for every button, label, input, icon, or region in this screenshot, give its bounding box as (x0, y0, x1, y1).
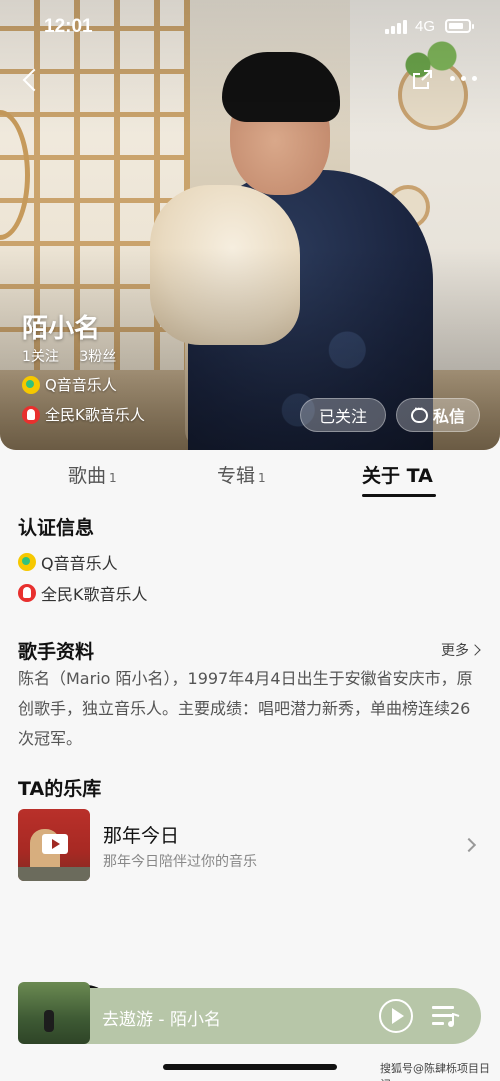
home-indicator (163, 1064, 337, 1070)
more-link[interactable]: 更多 (441, 640, 481, 660)
playlist-name: 那年今日 (103, 825, 180, 847)
tab-albums[interactable]: 专辑 1 (217, 461, 266, 488)
chat-icon (410, 404, 428, 423)
playlist-description: 那年今日陪伴过你的音乐 (103, 854, 257, 870)
qq-music-icon (22, 375, 40, 394)
play-icon[interactable] (379, 999, 413, 1033)
playlist-card[interactable]: 那年今日 那年今日陪伴过你的音乐 (18, 809, 483, 881)
follow-stats: 1关注 3粉丝 (22, 346, 132, 366)
now-playing-title: 去遨游 - 陌小名 (102, 1010, 221, 1030)
cert-item-label: 全民K歌音乐人 (41, 585, 148, 604)
kge-icon (22, 405, 40, 424)
cert-item-q-musician: Q音音乐人 (18, 550, 118, 574)
network-label: 4G (415, 18, 436, 35)
tab-about[interactable]: 关于 TA (362, 461, 433, 488)
status-bar: 12:01 4G (0, 0, 500, 52)
singer-info-title: 歌手资料 (18, 641, 95, 663)
playlist-cover (18, 809, 90, 881)
status-time: 12:01 (44, 16, 93, 37)
back-icon[interactable] (18, 66, 44, 96)
fans-count[interactable]: 3粉丝 (79, 349, 116, 365)
tab-count: 1 (109, 471, 117, 485)
tab-active-indicator (362, 494, 436, 497)
message-button-label: 私信 (432, 407, 465, 426)
cert-item-label: Q音音乐人 (41, 554, 118, 573)
cert-item-kge-musician: 全民K歌音乐人 (18, 581, 148, 605)
tab-bar: 歌曲 1 专辑 1 关于 TA (0, 455, 500, 500)
badge-kge-musician: 全民K歌音乐人 (22, 404, 145, 425)
tab-songs[interactable]: 歌曲 1 (68, 461, 117, 488)
mini-player[interactable]: 去遨游 - 陌小名 (18, 982, 481, 1044)
following-count[interactable]: 1关注 (22, 349, 59, 365)
tab-count: 1 (258, 471, 266, 485)
badge-label: Q音音乐人 (45, 376, 117, 394)
signal-icon (385, 20, 409, 34)
profile-header: 12:01 4G 陌小名 1关注 3粉丝 Q音音乐人 全民K歌音乐人 已关注 私… (0, 0, 500, 450)
more-icon[interactable] (448, 74, 480, 84)
share-icon[interactable] (410, 68, 434, 92)
tab-label: 歌曲 (68, 465, 107, 487)
video-play-icon (42, 834, 68, 854)
tab-label: 专辑 (217, 465, 256, 487)
followed-button[interactable]: 已关注 (300, 398, 386, 432)
album-art (18, 982, 90, 1044)
tab-label: 关于 TA (362, 465, 433, 487)
watermark: 搜狐号@陈肆栎项目日记 (380, 1062, 490, 1081)
qq-music-icon (18, 553, 36, 571)
kge-icon (18, 584, 36, 602)
artist-name: 陌小名 (22, 314, 101, 344)
more-label: 更多 (441, 643, 469, 659)
badge-q-musician: Q音音乐人 (22, 374, 117, 395)
chevron-right-icon (461, 837, 477, 853)
library-title: TA的乐库 (18, 778, 102, 800)
certification-title: 认证信息 (18, 517, 95, 539)
chevron-right-icon (469, 644, 481, 656)
badge-label: 全民K歌音乐人 (45, 406, 145, 424)
cover-ground (18, 867, 90, 881)
battery-icon (445, 19, 474, 33)
message-button[interactable]: 私信 (396, 398, 480, 432)
singer-bio: 陈名（Mario 陌小名），1997年4月4日出生于安徽省安庆市，原创歌手，独立… (18, 669, 473, 748)
playlist-icon[interactable] (432, 1004, 460, 1028)
